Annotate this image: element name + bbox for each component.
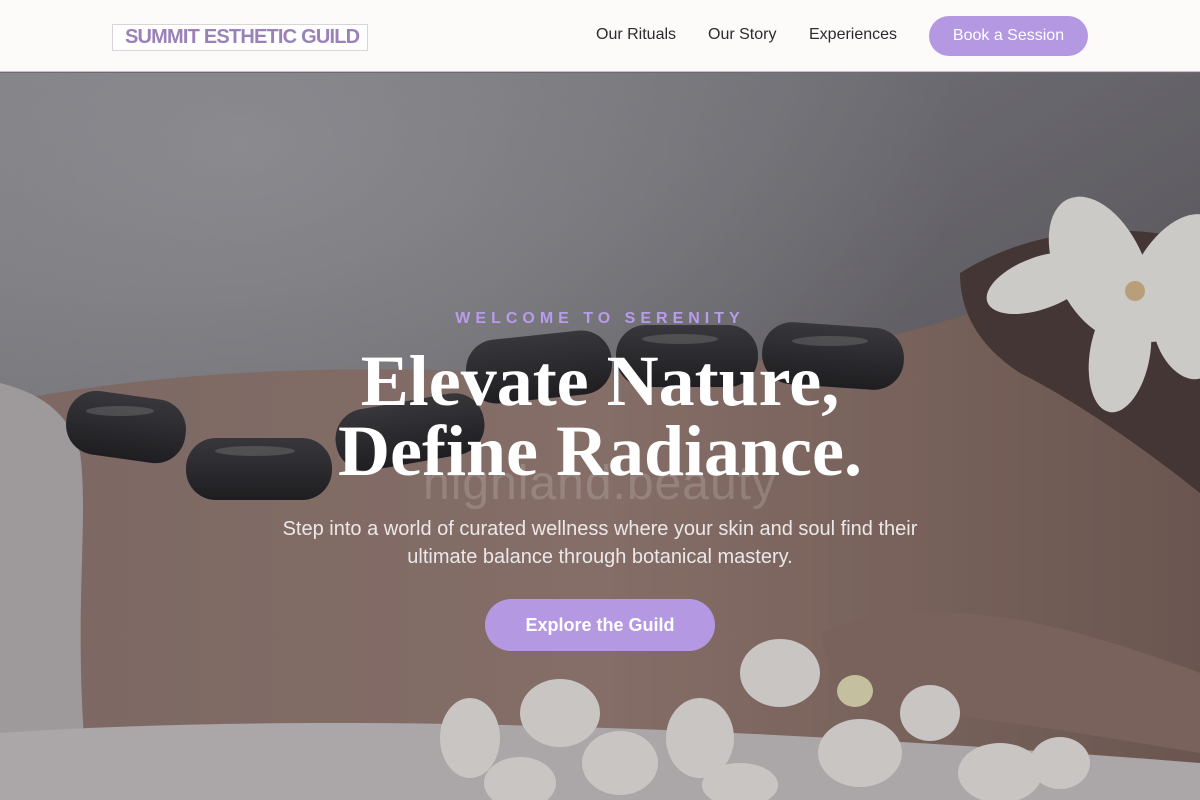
image-watermark: highland.beauty <box>423 457 777 510</box>
explore-guild-button[interactable]: Explore the Guild <box>485 599 715 651</box>
site-logo[interactable]: SUMMIT ESTHETIC GUILD <box>112 24 368 51</box>
hero-section: WELCOME TO SERENITY Elevate Nature, Defi… <box>0 73 1200 800</box>
site-header: SUMMIT ESTHETIC GUILD Our Rituals Our St… <box>0 0 1200 72</box>
nav-our-story[interactable]: Our Story <box>708 26 776 44</box>
hero-headline-line1: Elevate Nature, <box>360 341 840 421</box>
hero-eyebrow: WELCOME TO SERENITY <box>455 310 745 327</box>
book-session-button[interactable]: Book a Session <box>929 16 1088 56</box>
nav-our-rituals[interactable]: Our Rituals <box>596 26 676 44</box>
hero-subtext: Step into a world of curated wellness wh… <box>282 518 918 568</box>
nav-experiences[interactable]: Experiences <box>809 26 897 44</box>
